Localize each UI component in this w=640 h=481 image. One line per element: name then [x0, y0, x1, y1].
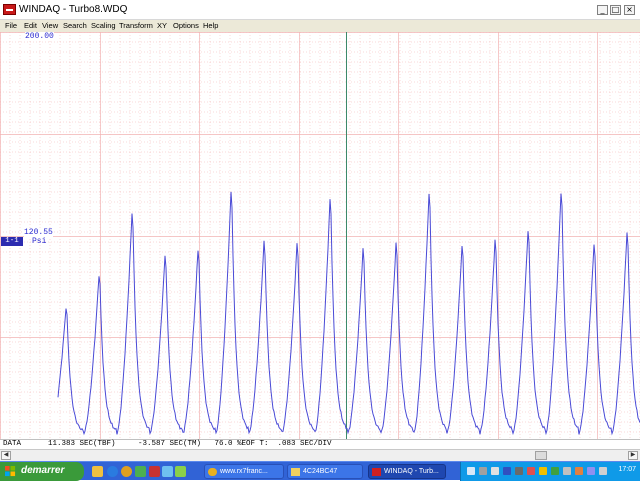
minimize-button[interactable]: _ [597, 5, 608, 15]
system-tray: 17:07 [460, 462, 640, 481]
folder-icon [291, 468, 300, 476]
windaq-window: WINDAQ - Turbo8.WDQ _ □ × File Edit View… [0, 0, 640, 461]
menu-xy[interactable]: XY [157, 21, 167, 30]
task-windaq[interactable]: WINDAQ - Turb... [368, 464, 446, 479]
horizontal-scrollbar[interactable]: ◀ ▶ [0, 449, 640, 461]
quicklaunch-utility-icon[interactable] [175, 466, 186, 477]
quicklaunch-app-icon[interactable] [149, 466, 160, 477]
maximize-button[interactable]: □ [610, 5, 621, 15]
menu-view[interactable]: View [42, 21, 58, 30]
status-bar: DATA 11.383 SEC(TBF) -3.587 SEC(TM) 76.0… [0, 439, 640, 449]
task-folder-label: 4C24BC47 [303, 468, 338, 475]
y-axis-mid-label: 120.55 [24, 228, 53, 237]
task-chrome[interactable]: www.rx7franc... [204, 464, 284, 479]
tray-display-icon[interactable] [491, 467, 499, 475]
scroll-thumb[interactable] [535, 451, 547, 460]
tray-speaker-icon[interactable] [563, 467, 571, 475]
tray-update-icon[interactable] [575, 467, 583, 475]
quicklaunch-messenger-icon[interactable] [162, 466, 173, 477]
tray-network-icon[interactable] [479, 467, 487, 475]
chrome-icon [208, 468, 217, 476]
title-bar[interactable]: WINDAQ - Turbo8.WDQ _ □ × [0, 0, 640, 20]
menu-transform[interactable]: Transform [119, 21, 153, 30]
quicklaunch-chrome-icon[interactable] [121, 466, 132, 477]
status-readout: DATA 11.383 SEC(TBF) -3.587 SEC(TM) 76.0… [3, 440, 332, 448]
clock: 17:07 [618, 466, 636, 473]
menu-scaling[interactable]: Scaling [91, 21, 116, 30]
minor-grid [0, 32, 640, 439]
tray-app-icon[interactable] [503, 467, 511, 475]
task-windaq-label: WINDAQ - Turb... [384, 468, 439, 475]
windaq-app-icon [3, 4, 16, 15]
y-axis-top-label: 200.00 [25, 32, 54, 41]
quicklaunch-ie-icon[interactable] [107, 466, 118, 477]
taskbar: demarrer www.rx7franc... 4C24BC47 WINDAQ… [0, 461, 640, 481]
channel-badge[interactable]: 1-1 [1, 237, 23, 246]
tray-monitor-icon[interactable] [515, 467, 523, 475]
scroll-left-arrow-icon[interactable]: ◀ [1, 451, 11, 460]
menu-edit[interactable]: Edit [24, 21, 37, 30]
tray-status-icon[interactable] [551, 467, 559, 475]
quicklaunch-folder-icon[interactable] [92, 466, 103, 477]
tray-security-icon[interactable] [539, 467, 547, 475]
tray-arrows-icon[interactable] [467, 467, 475, 475]
waveform-chart [0, 32, 640, 439]
task-folder[interactable]: 4C24BC47 [287, 464, 363, 479]
scroll-right-arrow-icon[interactable]: ▶ [628, 451, 638, 460]
menu-search[interactable]: Search [63, 21, 87, 30]
menu-help[interactable]: Help [203, 21, 218, 30]
window-title: WINDAQ - Turbo8.WDQ [19, 4, 128, 15]
tray-device-icon[interactable] [599, 467, 607, 475]
windows-flag-icon [5, 466, 16, 477]
menu-file[interactable]: File [5, 21, 17, 30]
menu-options[interactable]: Options [173, 21, 199, 30]
tray-alert-icon[interactable] [527, 467, 535, 475]
windaq-icon [372, 468, 381, 476]
task-chrome-label: www.rx7franc... [220, 468, 268, 475]
start-button[interactable]: demarrer [0, 462, 84, 481]
start-label: demarrer [21, 465, 65, 476]
channel-unit-label: Psi [32, 237, 47, 246]
waveform-plot-area[interactable]: 200.00 120.55 1-1 Psi [0, 32, 640, 439]
quicklaunch-media-icon[interactable] [135, 466, 146, 477]
close-button[interactable]: × [624, 5, 635, 15]
tray-misc-icon[interactable] [587, 467, 595, 475]
channel-1-trace [57, 191, 640, 436]
menu-bar: File Edit View Search Scaling Transform … [0, 20, 640, 32]
